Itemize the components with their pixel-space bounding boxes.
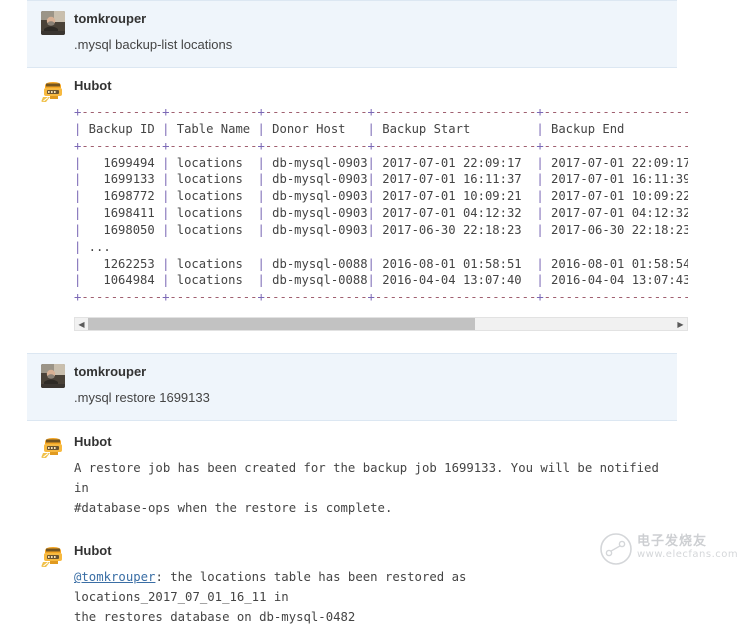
message-body: A restore job has been created for the b… — [74, 458, 663, 518]
message-author: Hubot — [74, 78, 112, 93]
backup-list-table-container: +-----------+------------+--------------… — [74, 104, 688, 306]
message-line: #database-ops when the restore is comple… — [74, 501, 393, 516]
robot-avatar-icon — [41, 78, 65, 102]
message-author: tomkrouper — [74, 364, 147, 380]
message-header: Hubot — [41, 77, 663, 102]
avatar[interactable] — [41, 78, 65, 102]
message-author: tomkrouper — [74, 11, 147, 26]
message-text: .mysql restore 1699133 — [74, 390, 210, 406]
chat-message-bot-table: Hubot +-----------+------------+--------… — [27, 68, 688, 344]
avatar[interactable] — [41, 11, 65, 35]
scroll-right-arrow-icon[interactable]: ▶ — [674, 318, 687, 330]
message-header: tomkrouper — [41, 10, 663, 35]
message-header: Hubot — [41, 433, 663, 459]
message-header: Hubot — [41, 542, 663, 568]
backup-list-table: +-----------+------------+--------------… — [74, 105, 688, 305]
horizontal-scrollbar[interactable]: ◀ ▶ — [74, 317, 688, 332]
avatar[interactable] — [41, 364, 65, 389]
message-line: the restores database on db-mysql-0482 — [74, 610, 356, 625]
chat-message-bot-restore-complete: Hubot @tomkrouper: the locations table h… — [27, 530, 677, 639]
robot-avatar-icon — [41, 543, 65, 568]
chat-message-user: tomkrouper .mysql backup-list locations — [27, 0, 677, 68]
message-header: tomkrouper — [41, 363, 663, 389]
robot-avatar-icon — [41, 434, 65, 459]
avatar[interactable] — [41, 434, 65, 459]
chat-message-user-restore: tomkrouper .mysql restore 1699133 — [27, 353, 677, 422]
message-author: Hubot — [74, 543, 112, 559]
user-mention-link[interactable]: @tomkrouper — [74, 570, 155, 584]
message-author: Hubot — [74, 434, 112, 450]
chat-message-bot-restore-created: Hubot A restore job has been created for… — [27, 421, 677, 531]
scrollbar-track[interactable] — [88, 318, 674, 331]
photo-avatar-icon — [41, 364, 65, 389]
message-text: .mysql backup-list locations — [74, 37, 233, 52]
chat-transcript: tomkrouper .mysql backup-list locations — [0, 0, 747, 639]
message-line: A restore job has been created for the b… — [74, 461, 667, 496]
table-scroll-viewport[interactable]: +-----------+------------+--------------… — [74, 104, 688, 306]
photo-avatar-icon — [41, 11, 65, 35]
message-line-with-mention: @tomkrouper: the locations table has bee… — [74, 567, 663, 607]
message-body: @tomkrouper: the locations table has bee… — [74, 567, 663, 627]
avatar[interactable] — [41, 543, 65, 568]
scroll-left-arrow-icon[interactable]: ◀ — [75, 318, 88, 330]
scrollbar-thumb[interactable] — [88, 318, 475, 331]
